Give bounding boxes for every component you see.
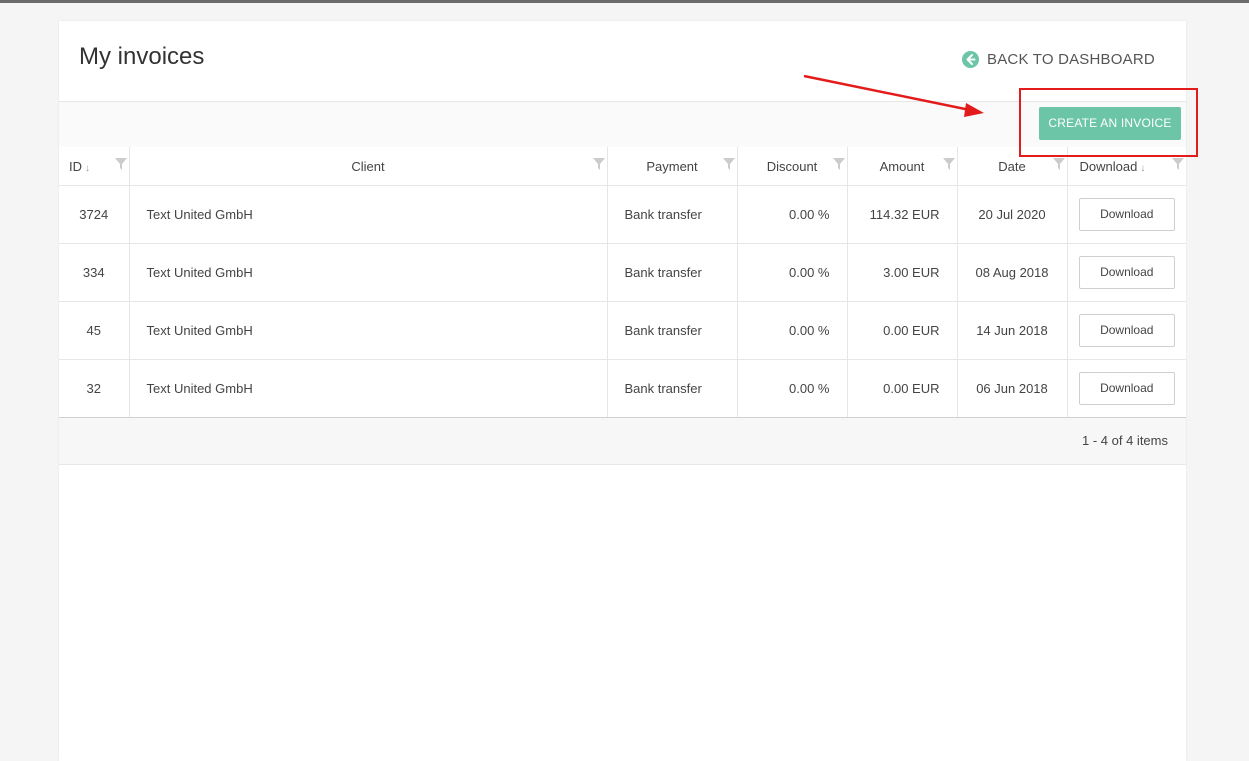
annotation-arrow xyxy=(803,74,984,117)
